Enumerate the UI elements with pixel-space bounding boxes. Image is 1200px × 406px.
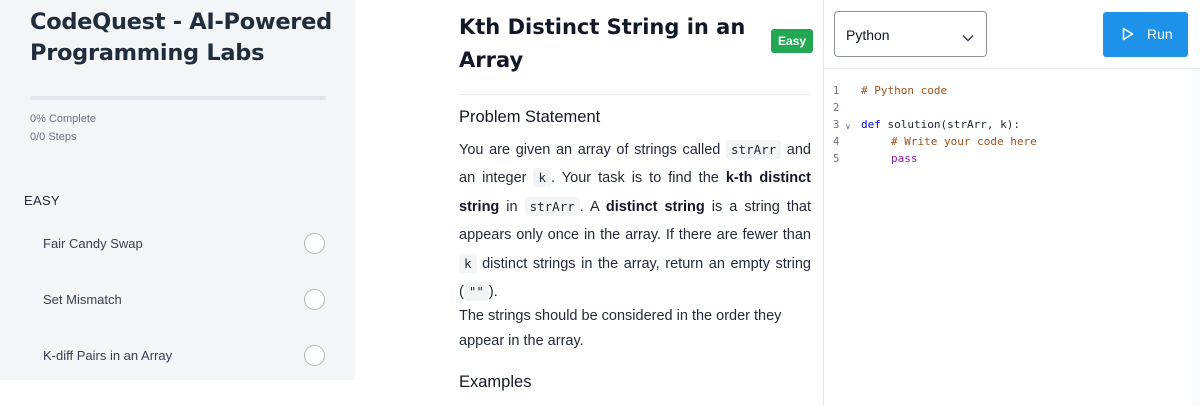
sidebar: CodeQuest - AI-Powered Programming Labs … xyxy=(0,0,355,380)
line-number: 4 xyxy=(833,136,840,148)
inline-code: k xyxy=(459,253,477,273)
examples-heading: Examples xyxy=(459,373,532,391)
fold-chevron-icon[interactable]: ∨ xyxy=(845,122,851,131)
lesson-item-k-diff-pairs[interactable]: K-diff Pairs in an Array xyxy=(0,336,355,376)
order-note-text: The strings should be considered in the … xyxy=(459,308,782,349)
level-heading: EASY xyxy=(24,193,60,208)
line-number: 2 xyxy=(833,102,840,114)
problem-title: Kth Distinct String in an Array xyxy=(459,15,746,72)
lesson-status-circle-icon[interactable] xyxy=(304,289,325,310)
chevron-down-icon xyxy=(962,29,974,47)
progress-bar xyxy=(30,96,326,100)
editor-scrollbar[interactable] xyxy=(1192,70,1200,406)
bold-text: distinct string xyxy=(605,198,705,215)
lesson-label: Fair Candy Swap xyxy=(43,236,143,251)
language-select-value: Python xyxy=(846,27,890,43)
language-select[interactable]: Python xyxy=(834,11,987,57)
divider xyxy=(459,94,809,95)
lesson-item-fair-candy-swap[interactable]: Fair Candy Swap xyxy=(0,224,355,264)
problem-statement-text: You are given an array of strings called… xyxy=(459,140,812,302)
lesson-status-circle-icon[interactable] xyxy=(304,345,325,366)
code-editor-panel: Python Run 1 2 3 ∨ 4 5 # Python code def… xyxy=(825,0,1200,406)
inline-code: strArr xyxy=(524,196,580,216)
lesson-item-set-mismatch[interactable]: Set Mismatch xyxy=(0,280,355,320)
inline-code: k xyxy=(533,168,552,188)
run-button-label: Run xyxy=(1147,26,1173,42)
lesson-label: Set Mismatch xyxy=(43,292,122,307)
line-number: 3 xyxy=(833,119,840,131)
difficulty-badge: Easy xyxy=(771,29,814,53)
code-line-4: # Write your code here xyxy=(891,135,1037,148)
code-line-3: def solution(strArr, k): xyxy=(861,118,1020,131)
play-icon xyxy=(1122,27,1134,46)
inline-code: "" xyxy=(463,282,489,302)
problem-statement-heading: Problem Statement xyxy=(459,108,601,126)
problem-panel: Kth Distinct String in an Array Easy Pro… xyxy=(443,0,824,406)
code-line-5: pass xyxy=(891,152,918,165)
code-line-1: # Python code xyxy=(861,84,948,97)
app-title: CodeQuest - AI-Powered Programming Labs xyxy=(30,9,332,66)
progress-text: 0% Complete xyxy=(30,113,97,125)
line-number: 1 xyxy=(833,85,840,97)
lesson-status-circle-icon[interactable] xyxy=(304,233,325,254)
inline-code: strArr xyxy=(726,140,782,159)
steps-text: 0/0 Steps xyxy=(30,131,77,143)
divider xyxy=(825,68,1200,69)
line-number: 5 xyxy=(833,153,840,165)
lesson-label: K-diff Pairs in an Array xyxy=(43,348,173,363)
run-button[interactable]: Run xyxy=(1103,12,1188,57)
